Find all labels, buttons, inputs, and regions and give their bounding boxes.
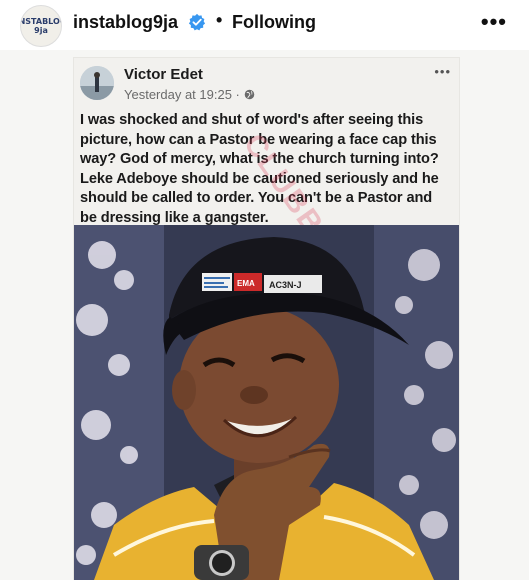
- post-text: I was shocked and shut of word's after s…: [80, 112, 439, 226]
- account-username[interactable]: instablog9ja: [73, 12, 178, 33]
- following-button[interactable]: Following: [232, 12, 316, 33]
- post-more-icon[interactable]: •••: [434, 64, 451, 79]
- cap-patch-text: AC3N-J: [269, 280, 302, 290]
- post-meta: Yesterday at 19:25 ·: [124, 87, 255, 102]
- account-avatar[interactable]: INSTABLOG 9ja: [20, 5, 62, 47]
- post-image: Victor Edet Yesterday at 19:25 · ••• I w…: [0, 50, 529, 580]
- more-options-icon[interactable]: •••: [481, 9, 507, 35]
- separator-dot: •: [216, 10, 223, 30]
- verified-badge-icon: [188, 13, 206, 31]
- author-name: Victor Edet: [124, 66, 203, 83]
- post-photo: EMA AC3N-J: [74, 225, 459, 580]
- author-avatar-photo: [80, 66, 114, 100]
- globe-icon: [244, 89, 255, 100]
- post-header: INSTABLOG 9ja instablog9ja • Following •…: [0, 0, 529, 50]
- cap-patch-ema: EMA: [237, 279, 255, 288]
- facebook-post-screenshot: Victor Edet Yesterday at 19:25 · ••• I w…: [74, 58, 459, 580]
- photo-illustration: EMA AC3N-J: [74, 225, 459, 580]
- post-timestamp: Yesterday at 19:25 ·: [124, 87, 240, 102]
- author-avatar: [80, 66, 114, 100]
- avatar-logo-text: INSTABLOG 9ja: [21, 17, 61, 35]
